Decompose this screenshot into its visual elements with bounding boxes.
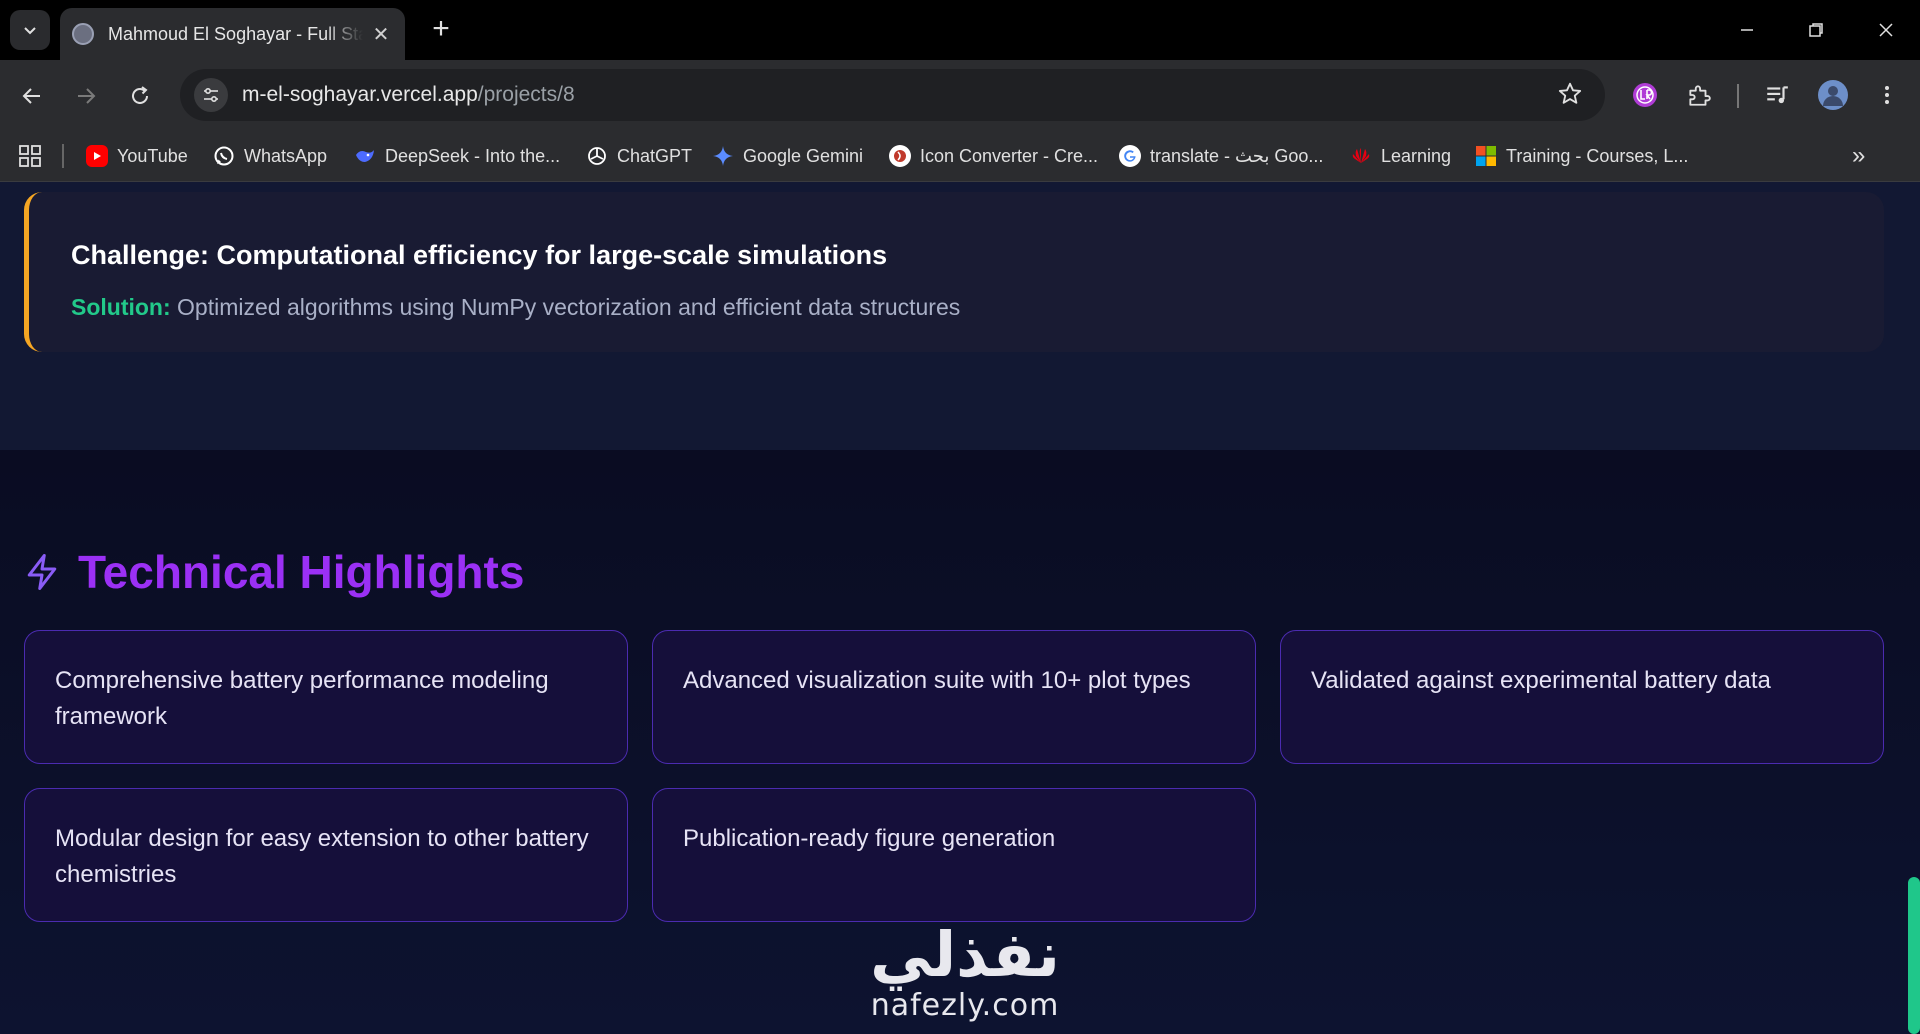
arrow-left-icon	[22, 88, 40, 104]
restore-button[interactable]	[1798, 14, 1834, 46]
bookmark-label: DeepSeek - Into the...	[385, 145, 561, 166]
scrollbar-thumb[interactable]	[1908, 877, 1920, 1034]
whatsapp-icon	[213, 145, 235, 167]
url-text[interactable]: m-el-soghayar.vercel.app/projects/8	[242, 83, 575, 107]
apps-button[interactable]	[18, 144, 42, 173]
more-bookmarks-button[interactable]: »	[1852, 142, 1865, 170]
microsoft-icon	[1475, 145, 1497, 167]
browser-toolbar: m-el-soghayar.vercel.app/projects/8	[0, 60, 1920, 130]
browser-tab[interactable]: Mahmoud El Soghayar - Full Stack Develop…	[60, 8, 405, 60]
close-icon	[1879, 23, 1893, 37]
youtube-icon	[86, 145, 108, 167]
bookmark-learning[interactable]: Learning	[1350, 142, 1451, 170]
bookmark-label: WhatsApp	[244, 145, 328, 166]
bookmark-label: YouTube	[117, 145, 188, 166]
challenge-card: Challenge: Computational efficiency for …	[24, 192, 1884, 352]
highlight-text: Modular design for easy extension to oth…	[55, 825, 589, 888]
url-domain: m-el-soghayar.vercel.app	[242, 83, 478, 106]
solution-label: Solution:	[71, 294, 171, 320]
restore-icon	[1809, 23, 1823, 37]
bookmark-icon-converter[interactable]: Icon Converter - Cre...	[889, 142, 1098, 170]
puzzle-icon	[1689, 85, 1711, 106]
highlight-text: Advanced visualization suite with 10+ pl…	[683, 667, 1191, 694]
google-icon	[1119, 145, 1141, 167]
huawei-icon	[1350, 145, 1372, 167]
watermark-latin: nafezly.com	[870, 988, 1060, 1023]
browser-menu-button[interactable]	[1868, 76, 1906, 114]
bookmark-training[interactable]: Training - Courses, L...	[1475, 142, 1688, 170]
bookmark-label: ChatGPT	[617, 145, 693, 166]
bookmark-label: translate - بحث Goo...	[1150, 145, 1324, 166]
highlight-text: Comprehensive battery performance modeli…	[55, 667, 549, 730]
bookmark-star-button[interactable]	[1557, 81, 1583, 112]
toolbar-separator	[1737, 84, 1739, 108]
profile-button[interactable]	[1814, 76, 1852, 114]
back-button[interactable]	[14, 78, 50, 114]
address-bar[interactable]: m-el-soghayar.vercel.app/projects/8	[180, 69, 1605, 121]
highlight-card: Advanced visualization suite with 10+ pl…	[652, 630, 1256, 764]
minimize-button[interactable]	[1729, 14, 1765, 46]
bookmark-google-gemini[interactable]: Google Gemini	[712, 142, 863, 170]
bookmark-youtube[interactable]: YouTube	[86, 142, 188, 170]
gemini-icon	[712, 145, 734, 167]
site-info-button[interactable]	[194, 78, 228, 112]
extensions-button[interactable]	[1680, 76, 1718, 114]
minimize-icon	[1741, 29, 1753, 31]
tab-title: Mahmoud El Soghayar - Full Stack Develop…	[108, 23, 363, 44]
tab-search-button[interactable]	[10, 10, 50, 50]
bookmark-label: Learning	[1381, 145, 1452, 166]
solution-line: Solution: Optimized algorithms using Num…	[71, 294, 960, 321]
chatgpt-icon	[586, 145, 608, 167]
bookmark-deepseek[interactable]: DeepSeek - Into the...	[354, 142, 560, 170]
bookmark-label: Google Gemini	[743, 145, 864, 166]
lightning-bolt-icon	[27, 554, 57, 590]
url-path: /projects/8	[477, 83, 575, 106]
extension-lr-button[interactable]	[1626, 76, 1664, 114]
tune-icon	[204, 87, 218, 103]
bookmark-whatsapp[interactable]: WhatsApp	[213, 142, 327, 170]
page-content: Challenge: Computational efficiency for …	[0, 182, 1920, 1034]
section-heading: Technical Highlights	[78, 546, 525, 598]
bookmark-chatgpt[interactable]: ChatGPT	[586, 142, 692, 170]
queue-music-icon	[1767, 86, 1788, 104]
reload-icon	[132, 86, 148, 104]
arrow-right-icon	[78, 88, 96, 104]
language-reactor-icon	[1633, 83, 1657, 107]
site-favicon-icon	[72, 23, 94, 45]
highlight-card: Publication-ready figure generation	[652, 788, 1256, 922]
browser-titlebar: Mahmoud El Soghayar - Full Stack Develop…	[0, 0, 1920, 60]
bookmark-label: Training - Courses, L...	[1506, 145, 1689, 166]
close-window-button[interactable]	[1868, 14, 1904, 46]
highlight-text: Publication-ready figure generation	[683, 825, 1056, 852]
bookmark-label: Icon Converter - Cre...	[920, 145, 1099, 166]
bookmark-translate[interactable]: translate - بحث Goo...	[1119, 142, 1323, 170]
challenge-title: Challenge: Computational efficiency for …	[71, 240, 888, 270]
forward-button[interactable]	[68, 78, 104, 114]
highlight-card: Modular design for easy extension to oth…	[24, 788, 628, 922]
more-vertical-icon	[1885, 86, 1889, 104]
challenges-section: Challenge: Computational efficiency for …	[0, 182, 1920, 450]
avatar-icon	[1818, 80, 1848, 110]
chevron-down-icon	[24, 27, 36, 35]
deepseek-icon	[354, 145, 376, 167]
solution-text: Optimized algorithms using NumPy vectori…	[177, 294, 961, 320]
apps-grid-icon	[19, 145, 41, 167]
new-tab-button[interactable]: +	[425, 14, 457, 46]
watermark-arabic: نفذلي	[870, 918, 1060, 991]
bookmarks-separator	[62, 144, 64, 168]
nafezly-watermark: نفذلي nafezly.com	[845, 918, 1085, 1024]
bookmarks-bar: YouTube WhatsApp DeepSeek - Into the... …	[0, 130, 1920, 182]
icon-converter-icon	[889, 145, 911, 167]
star-icon	[1558, 82, 1582, 104]
tab-close-button[interactable]: ✕	[369, 22, 393, 47]
reload-button[interactable]	[122, 78, 158, 114]
media-control-button[interactable]	[1758, 76, 1796, 114]
highlight-text: Validated against experimental battery d…	[1311, 667, 1771, 694]
highlight-card: Comprehensive battery performance modeli…	[24, 630, 628, 764]
highlight-card: Validated against experimental battery d…	[1280, 630, 1884, 764]
